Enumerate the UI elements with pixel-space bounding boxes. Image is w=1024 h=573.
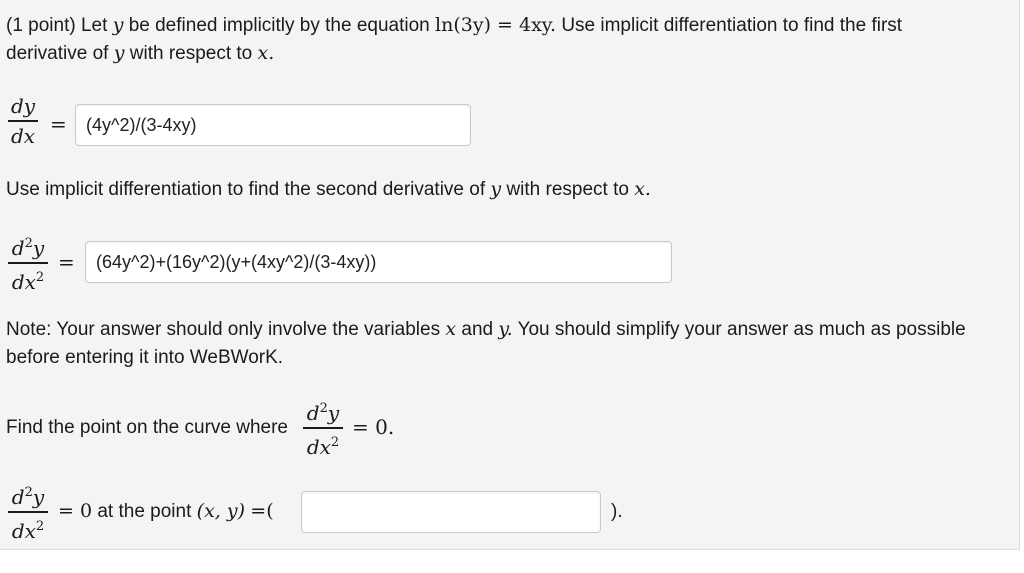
equals-open-paren: =( <box>250 500 274 522</box>
var-x: x. <box>634 178 651 200</box>
prompt-text: with respect to <box>506 179 629 200</box>
fraction-numerator: dy <box>10 94 36 118</box>
equals-zero: = 0 <box>58 500 93 522</box>
implicit-equation: ln(3y) = 4xy. <box>435 14 557 36</box>
fraction-denominator: dx2 <box>11 269 45 294</box>
note-text: and <box>461 319 494 340</box>
var-y: y <box>490 178 502 200</box>
first-derivative-answer-input[interactable] <box>75 104 471 146</box>
fraction-denominator: dx <box>10 123 36 148</box>
fraction-denominator: dx2 <box>11 518 45 543</box>
statement-text: derivative of <box>6 43 109 64</box>
problem-panel: (1 point) Let y be defined implicitly by… <box>0 0 1020 550</box>
problem-statement-line1: (1 point) Let y be defined implicitly by… <box>6 12 902 39</box>
second-derivative-answer-input[interactable] <box>85 241 672 283</box>
problem-statement-line2: derivative of y with respect to x. <box>6 40 274 67</box>
statement-text: with respect to <box>129 43 253 64</box>
fraction-denominator: dx2 <box>306 434 340 459</box>
fraction-numerator: d2y <box>11 236 45 260</box>
fraction-bar <box>8 120 38 122</box>
d2y-dx2-fraction: d2y dx2 <box>303 397 343 459</box>
point-answer-input[interactable] <box>301 491 601 533</box>
point-answer-prefix: = 0 at the point (x, y) =( <box>58 498 274 525</box>
fraction-bar <box>303 427 343 429</box>
statement-text: Use implicit differentiation to find the… <box>561 15 903 36</box>
statement-text: be defined implicitly by the equation <box>128 15 430 36</box>
statement-text: Let <box>80 15 108 36</box>
at-point-text: at the point <box>97 501 192 522</box>
coordinate-pair: (x, y) <box>196 500 246 522</box>
fraction-numerator: d2y <box>11 485 45 509</box>
d2y-dx2-fraction: d2y dx2 <box>8 232 48 294</box>
var-y: y <box>112 14 124 36</box>
points-label: (1 point) <box>6 15 76 36</box>
fraction-numerator: d2y <box>306 401 340 425</box>
find-point-prompt: Find the point on the curve where <box>6 417 289 438</box>
second-derivative-prompt: Use implicit differentiation to find the… <box>6 176 651 203</box>
note-line1: Note: Your answer should only involve th… <box>6 316 966 343</box>
note-line2: before entering it into WeBWorK. <box>6 344 283 371</box>
fraction-bar <box>8 511 48 513</box>
var-x: x. <box>257 42 275 64</box>
note-text: You should simplify your answer as much … <box>517 319 966 340</box>
fraction-bar <box>8 262 48 264</box>
prompt-text: Use implicit differentiation to find the… <box>6 179 486 200</box>
equals-sign: = <box>58 250 75 274</box>
note-text: Note: Your answer should only involve th… <box>6 319 441 340</box>
equals-zero: = 0. <box>352 415 395 439</box>
d2y-dx2-fraction: d2y dx2 <box>8 481 48 543</box>
equals-sign: = <box>50 112 67 136</box>
close-paren: ). <box>611 501 623 522</box>
note-text: before entering it into WeBWorK. <box>6 347 284 368</box>
var-y: y <box>113 42 125 64</box>
var-y: y. <box>498 318 513 340</box>
var-x: x <box>445 318 457 340</box>
dy-dx-fraction: dy dx <box>8 94 38 148</box>
